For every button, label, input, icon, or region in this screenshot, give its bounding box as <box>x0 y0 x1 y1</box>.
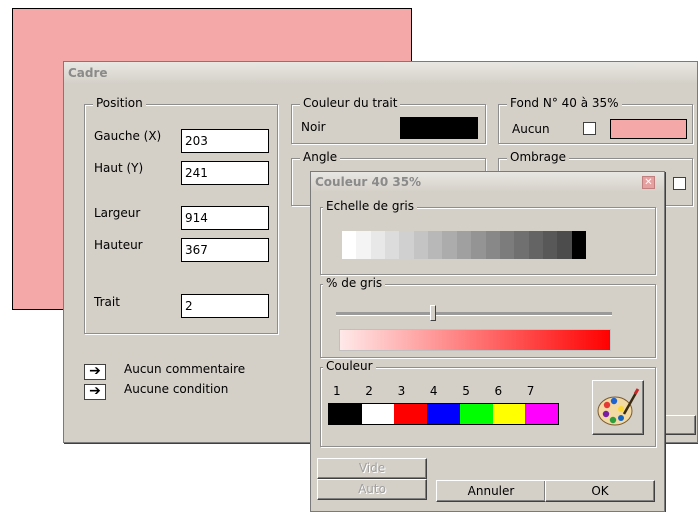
pct-gris-group: % de gris <box>320 276 656 358</box>
gray-swatch[interactable] <box>499 231 515 259</box>
angle-label: Angle <box>300 150 341 164</box>
color-swatch[interactable] <box>427 404 461 424</box>
gray-swatch[interactable] <box>514 231 530 259</box>
fond-aucun-label: Aucun <box>512 122 550 136</box>
gray-swatch[interactable] <box>485 231 501 259</box>
gauche-label: Gauche (X) <box>94 129 162 143</box>
auto-button[interactable]: Auto <box>317 479 427 500</box>
ok-button[interactable]: OK <box>545 480 655 502</box>
color-swatch[interactable] <box>329 404 363 424</box>
cadre-title: Cadre <box>68 66 108 80</box>
condition-arrow-button[interactable]: ➔ <box>84 384 106 400</box>
color-swatch[interactable] <box>361 404 395 424</box>
gray-swatch[interactable] <box>471 231 487 259</box>
color-number-label: 4 <box>429 384 438 398</box>
couleur-trait-value: Noir <box>301 120 326 134</box>
largeur-input[interactable]: 914 <box>181 206 269 230</box>
color-number-label: 7 <box>526 384 535 398</box>
gray-swatch[interactable] <box>356 231 372 259</box>
position-group: Position Gauche (X) 203 Haut (Y) 241 Lar… <box>84 96 278 334</box>
color-swatch[interactable] <box>459 404 494 424</box>
largeur-label: Largeur <box>94 206 141 220</box>
hauteur-label: Hauteur <box>94 238 143 252</box>
gray-swatch[interactable] <box>413 231 429 259</box>
couleur-title: Couleur 40 35% <box>315 175 422 189</box>
color-swatch[interactable] <box>492 404 526 424</box>
color-number-label: 1 <box>333 384 341 398</box>
color-swatch[interactable] <box>394 404 428 424</box>
couleur-dialog: Couleur 40 35% ✕ Echelle de gris % de gr… <box>310 171 665 512</box>
aucune-condition-label: Aucune condition <box>124 382 229 396</box>
close-icon[interactable]: ✕ <box>642 176 655 189</box>
color-swatch[interactable] <box>525 404 559 424</box>
couleur-trait-label: Couleur du trait <box>300 96 401 110</box>
gray-swatch[interactable] <box>542 231 558 259</box>
gray-swatch[interactable] <box>528 231 544 259</box>
ombrage-checkbox[interactable] <box>673 177 686 190</box>
color-number-label: 3 <box>397 384 406 398</box>
couleur-trait-swatch[interactable] <box>400 117 478 139</box>
pct-gris-gradient <box>339 329 611 351</box>
haut-input[interactable]: 241 <box>181 161 269 185</box>
palette-icon <box>595 383 641 432</box>
commentaire-arrow-button[interactable]: ➔ <box>84 364 106 380</box>
vide-button[interactable]: Vide <box>317 458 427 479</box>
palette-button[interactable] <box>592 380 644 435</box>
couleur-title-bar[interactable]: Couleur 40 35% <box>311 172 664 192</box>
grayscale-strip[interactable] <box>342 231 587 259</box>
couleur-group: Couleur 1 2 3 4 5 6 7 <box>320 359 656 447</box>
gray-swatch[interactable] <box>399 231 415 259</box>
couleur-label: Couleur <box>323 359 376 373</box>
gauche-input[interactable]: 203 <box>181 129 269 153</box>
haut-label: Haut (Y) <box>94 161 144 175</box>
fond-swatch[interactable] <box>610 119 687 139</box>
gray-swatch[interactable] <box>342 231 357 259</box>
pct-gris-label: % de gris <box>323 276 386 290</box>
aucun-commentaire-label: Aucun commentaire <box>124 362 246 376</box>
trait-label: Trait <box>94 295 120 309</box>
gray-swatch[interactable] <box>571 231 587 259</box>
gray-swatch[interactable] <box>370 231 386 259</box>
gray-swatch[interactable] <box>385 231 400 259</box>
ombrage-label: Ombrage <box>507 150 570 164</box>
gray-swatch[interactable] <box>442 231 458 259</box>
cadre-title-bar[interactable]: Cadre <box>64 62 697 84</box>
cadre-side-button[interactable] <box>660 415 696 435</box>
gray-swatch[interactable] <box>428 231 443 259</box>
echelle-gris-group: Echelle de gris <box>320 199 656 275</box>
trait-input[interactable]: 2 <box>181 294 269 318</box>
fond-label: Fond N° 40 à 35% <box>507 96 622 110</box>
color-number-label: 6 <box>494 384 503 398</box>
pct-gris-slider-thumb[interactable] <box>429 305 436 321</box>
couleur-trait-group: Couleur du trait Noir <box>291 96 486 144</box>
gray-swatch[interactable] <box>456 231 472 259</box>
color-strip[interactable] <box>328 403 559 425</box>
pct-gris-slider-track[interactable] <box>336 312 612 316</box>
position-group-label: Position <box>93 96 146 110</box>
annuler-button[interactable]: Annuler <box>436 480 546 502</box>
color-number-label: 5 <box>462 384 470 398</box>
hauteur-input[interactable]: 367 <box>181 238 269 262</box>
color-number-label: 2 <box>365 384 373 398</box>
gray-swatch[interactable] <box>557 231 573 259</box>
echelle-gris-label: Echelle de gris <box>323 199 417 213</box>
fond-aucun-checkbox[interactable] <box>583 122 596 135</box>
fond-group: Fond N° 40 à 35% Aucun <box>498 96 693 144</box>
